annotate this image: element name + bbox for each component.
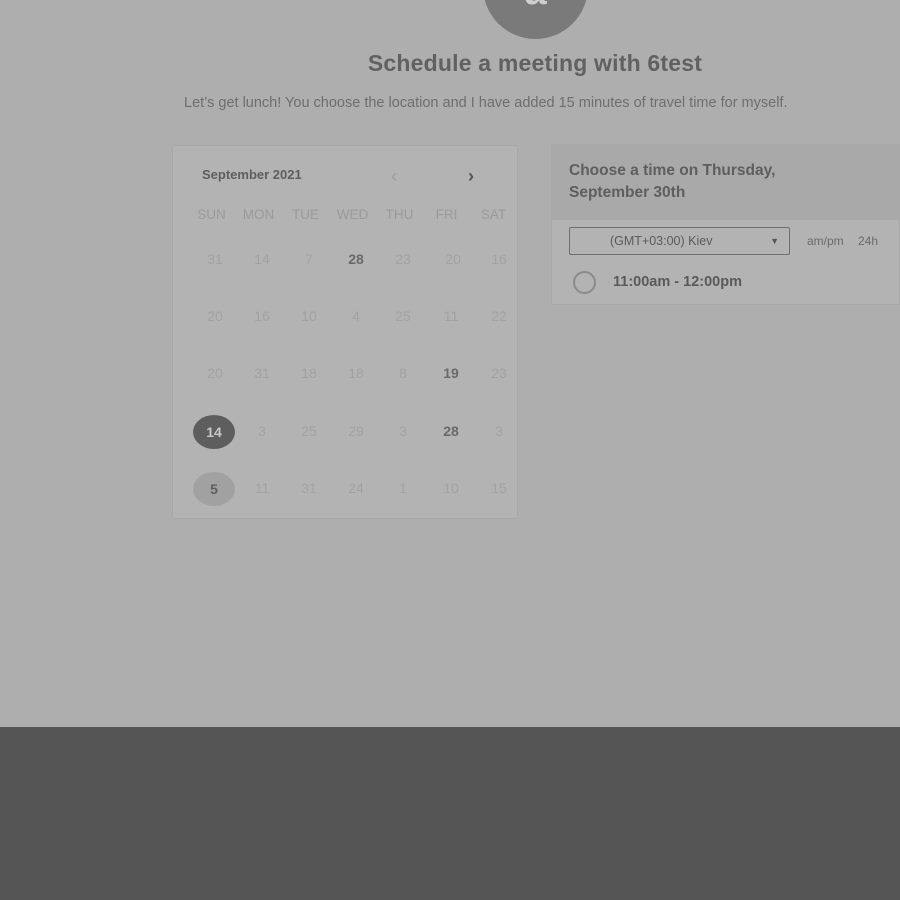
chevron-right-icon[interactable]: › [461,166,481,186]
chevron-left-icon[interactable]: ‹ [384,166,404,186]
weekday-header: SUN MON TUE WED THU FRI SAT [188,207,518,225]
time-slot-label[interactable]: 11:00am - 12:00pm [613,274,742,290]
time-slot-panel: Choose a time on Thursday, September 30t… [551,144,900,305]
calendar-day: 11 [254,480,270,496]
format-24h-toggle[interactable]: 24h [858,234,878,248]
calendar-day: 7 [305,251,313,267]
avatar-initial: a [524,0,546,11]
calendar-day: 15 [491,480,507,496]
calendar-day: 3 [258,423,266,439]
calendar-day: 8 [399,365,407,381]
footer-bar [0,727,900,900]
calendar-day-available[interactable]: 19 [430,356,472,390]
weekday-thu: THU [385,207,414,222]
calendar-day: 31 [254,365,270,381]
weekday-tue: TUE [292,207,319,222]
calendar-day: 20 [207,308,223,324]
calendar-day: 31 [301,480,317,496]
calendar-day: 29 [348,423,364,439]
weekday-fri: FRI [435,207,458,222]
calendar-day: 4 [352,308,360,324]
calendar-month-label: September 2021 [202,167,302,182]
calendar-day-selected[interactable]: 14 [193,415,235,449]
calendar-day: 20 [445,251,461,267]
calendar-day: 3 [399,423,407,439]
calendar-day: 23 [491,365,507,381]
calendar-day: 10 [301,308,317,324]
calendar-day: 25 [301,423,317,439]
calendar-day: 24 [348,480,364,496]
time-panel-header: Choose a time on Thursday, September 30t… [552,145,899,220]
calendar-day: 14 [254,251,270,267]
calendar-day-available[interactable]: 28 [335,242,377,276]
calendar-day-available[interactable]: 28 [430,414,472,448]
calendar-day: 22 [491,308,507,324]
calendar-day: 10 [443,480,459,496]
format-12h-toggle[interactable]: am/pm [807,234,844,248]
weekday-wed: WED [336,207,369,222]
calendar-day: 23 [395,251,411,267]
calendar-day: 16 [491,251,507,267]
calendar-day: 1 [399,480,407,496]
calendar-day: 18 [348,365,364,381]
calendar-day: 18 [301,365,317,381]
calendar-day: 31 [207,251,223,267]
timezone-select[interactable]: (GMT+03:00) Kiev ▼ [569,227,790,255]
avatar: a [483,0,588,39]
calendar-day-highlighted[interactable]: 5 [193,472,235,506]
timezone-value: (GMT+03:00) Kiev [610,234,713,248]
weekday-sat: SAT [480,207,507,222]
calendar-day: 3 [495,423,503,439]
calendar-day: 20 [207,365,223,381]
calendar-day: 11 [443,308,459,324]
calendar-day: 16 [254,308,270,324]
meeting-description: Let’s get lunch! You choose the location… [184,95,788,111]
caret-down-icon: ▼ [770,236,779,246]
weekday-sun: SUN [197,207,226,222]
time-slot-radio[interactable] [573,271,596,294]
weekday-mon: MON [242,207,275,222]
page-title: Schedule a meeting with 6test [367,50,703,76]
time-panel-heading: Choose a time on Thursday, September 30t… [569,162,776,201]
calendar: September 2021 ‹ › SUN MON TUE WED THU F… [172,145,518,519]
calendar-day: 25 [395,308,411,324]
